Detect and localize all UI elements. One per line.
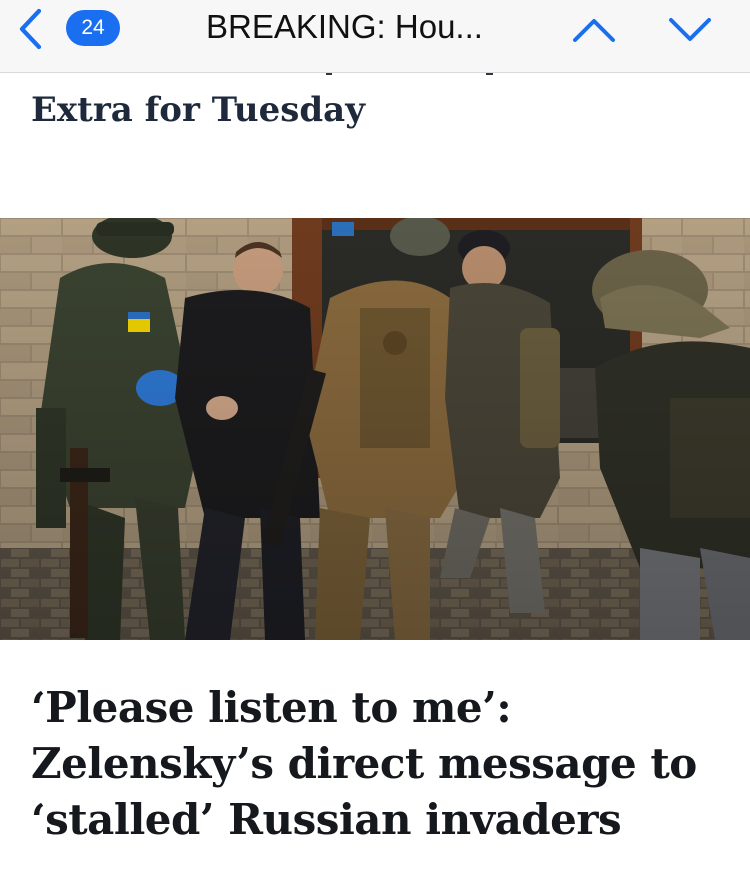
article-lead-photo [0,218,750,640]
next-article-button[interactable] [662,8,718,52]
nav-title: BREAKING: Hou... [206,8,483,45]
article-headline[interactable]: ‘Please listen to me’: Zelensky’s direct… [31,680,731,848]
unread-count-badge[interactable]: 24 [66,10,120,46]
chevron-left-icon [19,8,42,50]
chevron-up-icon [573,19,615,42]
back-button[interactable] [8,4,52,54]
article-screen: 24 BREAKING: Hou... Extra for Tuesday ‘P… [0,0,750,869]
previous-article-title[interactable]: Extra for Tuesday [31,88,721,132]
navigation-bar: 24 BREAKING: Hou... [0,0,750,73]
previous-article-button[interactable] [566,8,622,52]
chevron-down-icon [669,18,711,41]
